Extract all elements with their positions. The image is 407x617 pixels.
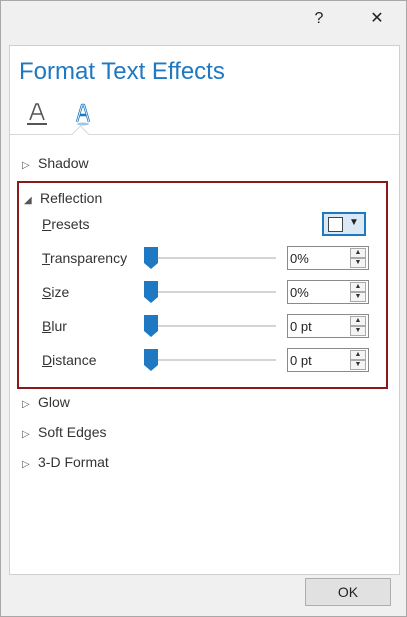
text-effects-icon[interactable] bbox=[68, 100, 98, 130]
section-3d-format[interactable]: ▷ 3-D Format bbox=[22, 450, 109, 474]
ok-button[interactable]: OK bbox=[305, 578, 391, 606]
transparency-label: Transparency bbox=[42, 250, 128, 266]
spin-up-icon[interactable]: ▲ bbox=[350, 350, 366, 360]
slider-track bbox=[144, 359, 276, 361]
size-spinbox[interactable]: ▲ ▼ bbox=[287, 280, 369, 304]
slider-track bbox=[144, 291, 276, 293]
format-text-effects-dialog: ? ✕ Format Text Effects ▷ Shadow ◢ Refle… bbox=[0, 0, 407, 617]
dropdown-arrow-icon: ▼ bbox=[349, 217, 359, 228]
transparency-spinbox[interactable]: ▲ ▼ bbox=[287, 246, 369, 270]
blur-label: Blur bbox=[42, 318, 67, 334]
blur-input[interactable] bbox=[290, 317, 346, 335]
spin-down-icon[interactable]: ▼ bbox=[350, 258, 366, 268]
spin-up-icon[interactable]: ▲ bbox=[350, 248, 366, 258]
size-label: Size bbox=[42, 284, 70, 300]
transparency-slider[interactable] bbox=[144, 246, 276, 270]
distance-slider[interactable] bbox=[144, 348, 276, 372]
slider-thumb[interactable] bbox=[144, 349, 158, 371]
title-bar: ? ✕ bbox=[1, 1, 406, 39]
tab-divider bbox=[10, 134, 399, 135]
distance-label: Distance bbox=[42, 352, 97, 368]
size-input[interactable] bbox=[290, 283, 346, 301]
spin-down-icon[interactable]: ▼ bbox=[350, 326, 366, 336]
spin-up-icon[interactable]: ▲ bbox=[350, 316, 366, 326]
blur-spinbox[interactable]: ▲ ▼ bbox=[287, 314, 369, 338]
section-label: Shadow bbox=[38, 155, 89, 171]
section-shadow[interactable]: ▷ Shadow bbox=[22, 151, 89, 175]
pane-title: Format Text Effects bbox=[19, 58, 225, 85]
collapsed-triangle-icon: ▷ bbox=[22, 459, 30, 470]
spin-down-icon[interactable]: ▼ bbox=[350, 360, 366, 370]
slider-track bbox=[144, 257, 276, 259]
expanded-triangle-icon: ◢ bbox=[24, 195, 32, 206]
preset-swatch-icon bbox=[328, 217, 343, 232]
slider-track bbox=[144, 325, 276, 327]
text-fill-outline-icon[interactable] bbox=[22, 100, 52, 130]
dialog-footer: OK bbox=[1, 574, 406, 616]
section-label: 3-D Format bbox=[38, 454, 109, 470]
section-soft-edges[interactable]: ▷ Soft Edges bbox=[22, 420, 107, 444]
blur-slider[interactable] bbox=[144, 314, 276, 338]
section-glow[interactable]: ▷ Glow bbox=[22, 390, 70, 414]
help-button[interactable]: ? bbox=[304, 5, 334, 33]
section-reflection[interactable]: ◢ Reflection bbox=[24, 186, 102, 210]
presets-dropdown[interactable]: ▼ bbox=[322, 212, 366, 236]
spin-up-icon[interactable]: ▲ bbox=[350, 282, 366, 292]
collapsed-triangle-icon: ▷ bbox=[22, 160, 30, 171]
reflection-section: ◢ Reflection Presets ▼ Transparency ▲ ▼ S… bbox=[17, 181, 388, 389]
distance-spinbox[interactable]: ▲ ▼ bbox=[287, 348, 369, 372]
section-label: Glow bbox=[38, 394, 70, 410]
distance-input[interactable] bbox=[290, 351, 346, 369]
task-pane: Format Text Effects ▷ Shadow ◢ Reflectio… bbox=[9, 45, 400, 575]
section-label: Reflection bbox=[40, 190, 103, 206]
section-label: Soft Edges bbox=[38, 424, 107, 440]
presets-label: Presets bbox=[42, 216, 90, 232]
size-slider[interactable] bbox=[144, 280, 276, 304]
collapsed-triangle-icon: ▷ bbox=[22, 399, 30, 410]
spin-down-icon[interactable]: ▼ bbox=[350, 292, 366, 302]
slider-thumb[interactable] bbox=[144, 281, 158, 303]
close-button[interactable]: ✕ bbox=[362, 5, 392, 33]
slider-thumb[interactable] bbox=[144, 315, 158, 337]
transparency-input[interactable] bbox=[290, 249, 346, 267]
collapsed-triangle-icon: ▷ bbox=[22, 429, 30, 440]
tab-strip bbox=[10, 96, 399, 144]
slider-thumb[interactable] bbox=[144, 247, 158, 269]
